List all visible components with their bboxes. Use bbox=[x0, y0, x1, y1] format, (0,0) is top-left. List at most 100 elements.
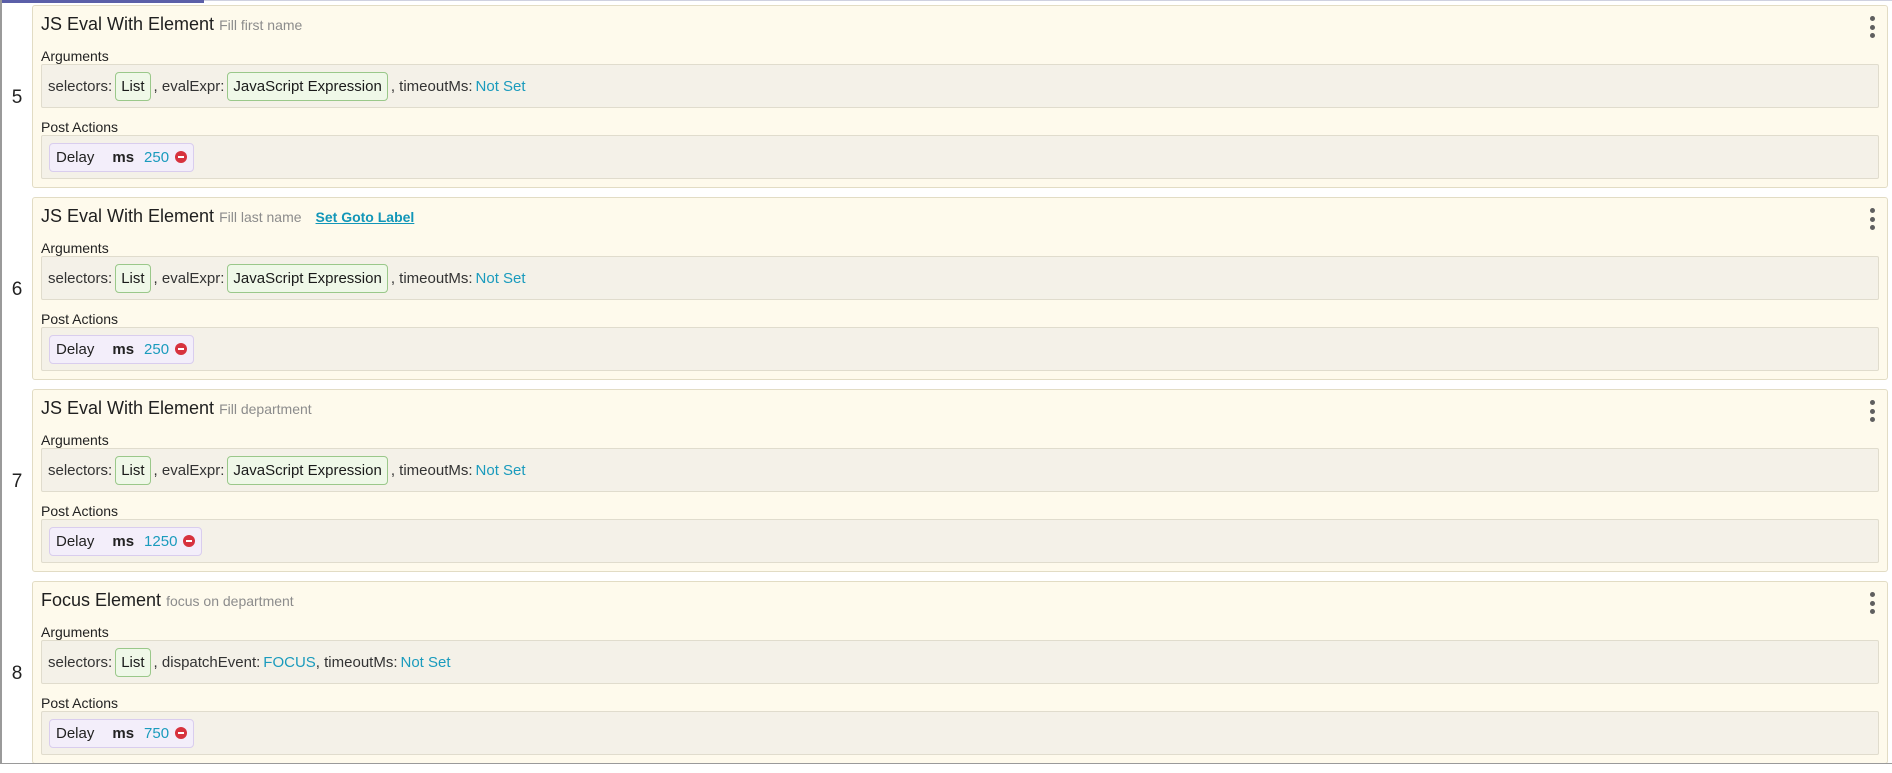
timeout-value[interactable]: Not Set bbox=[476, 78, 526, 95]
remove-icon[interactable] bbox=[175, 343, 188, 355]
delay-post-action[interactable]: Delay ms 250 bbox=[49, 142, 195, 172]
evalexpr-label: evalExpr: bbox=[161, 461, 225, 479]
delay-label: Delay bbox=[56, 148, 95, 166]
step-number: 7 bbox=[11, 471, 23, 492]
post-actions-panel: Delay ms 250 bbox=[41, 327, 1879, 371]
step-description[interactable]: Fill last name bbox=[219, 209, 301, 225]
selectors-value-chip[interactable]: List bbox=[115, 263, 151, 293]
selectors-value-chip[interactable]: List bbox=[115, 455, 151, 485]
arguments-panel: selectors: List , evalExpr: JavaScript E… bbox=[41, 256, 1879, 300]
step-header: Focus Element focus on department bbox=[41, 590, 294, 614]
step-title: Focus Element bbox=[41, 590, 162, 610]
delay-unit: ms bbox=[112, 148, 135, 166]
dispatch-event-value[interactable]: FOCUS bbox=[263, 654, 316, 671]
arguments-panel: selectors: List , evalExpr: JavaScript E… bbox=[41, 64, 1879, 108]
arguments-label: Arguments bbox=[41, 432, 109, 448]
delay-label: Delay bbox=[56, 532, 95, 550]
evalexpr-value-chip[interactable]: JavaScript Expression bbox=[227, 71, 388, 101]
post-actions-panel: Delay ms 1250 bbox=[41, 519, 1879, 563]
arguments-label: Arguments bbox=[41, 624, 109, 640]
more-options-icon[interactable] bbox=[1867, 592, 1877, 614]
step-header: JS Eval With Element Fill last name Set … bbox=[41, 206, 414, 230]
evalexpr-value-chip[interactable]: JavaScript Expression bbox=[227, 263, 388, 293]
step-description[interactable]: Fill department bbox=[219, 401, 312, 417]
step-title: JS Eval With Element bbox=[41, 398, 215, 418]
step-card[interactable]: JS Eval With Element Fill last name Set … bbox=[32, 197, 1888, 380]
post-actions-label: Post Actions bbox=[41, 503, 119, 519]
step-description[interactable]: focus on department bbox=[166, 593, 294, 609]
more-options-icon[interactable] bbox=[1867, 208, 1877, 230]
delay-value[interactable]: 750 bbox=[144, 725, 169, 742]
delay-label: Delay bbox=[56, 340, 95, 358]
timeout-value[interactable]: Not Set bbox=[476, 462, 526, 479]
remove-icon[interactable] bbox=[183, 535, 196, 547]
step-row: 6 JS Eval With Element Fill last name Se… bbox=[2, 197, 1890, 389]
separator: , bbox=[390, 269, 400, 287]
step-title: JS Eval With Element bbox=[41, 206, 215, 226]
top-accent-bar bbox=[0, 0, 204, 3]
timeout-label: timeoutMs: bbox=[399, 77, 473, 95]
delay-unit: ms bbox=[112, 724, 135, 742]
selectors-label: selectors: bbox=[48, 461, 113, 479]
evalexpr-value-chip[interactable]: JavaScript Expression bbox=[227, 455, 388, 485]
post-actions-panel: Delay ms 750 bbox=[41, 711, 1879, 755]
separator: , bbox=[315, 653, 325, 671]
post-actions-label: Post Actions bbox=[41, 311, 119, 327]
timeout-label: timeoutMs: bbox=[324, 653, 398, 671]
timeout-label: timeoutMs: bbox=[399, 461, 473, 479]
delay-value[interactable]: 250 bbox=[144, 341, 169, 358]
delay-label: Delay bbox=[56, 724, 95, 742]
selectors-label: selectors: bbox=[48, 77, 113, 95]
post-actions-label: Post Actions bbox=[41, 695, 119, 711]
remove-icon[interactable] bbox=[175, 727, 188, 739]
step-row: 7 JS Eval With Element Fill department A… bbox=[2, 389, 1890, 581]
dispatch-event-label: dispatchEvent: bbox=[161, 653, 261, 671]
set-goto-label-link[interactable]: Set Goto Label bbox=[316, 209, 415, 225]
delay-post-action[interactable]: Delay ms 1250 bbox=[49, 526, 203, 556]
evalexpr-label: evalExpr: bbox=[161, 269, 225, 287]
step-card[interactable]: JS Eval With Element Fill department Arg… bbox=[32, 389, 1888, 572]
separator: , bbox=[390, 77, 400, 95]
delay-unit: ms bbox=[112, 532, 135, 550]
timeout-value[interactable]: Not Set bbox=[401, 654, 451, 671]
separator: , bbox=[390, 461, 400, 479]
delay-value[interactable]: 250 bbox=[144, 149, 169, 166]
more-options-icon[interactable] bbox=[1867, 16, 1877, 38]
post-actions-label: Post Actions bbox=[41, 119, 119, 135]
separator: , bbox=[153, 269, 162, 287]
delay-unit: ms bbox=[112, 340, 135, 358]
separator: , bbox=[153, 77, 162, 95]
timeout-value[interactable]: Not Set bbox=[476, 270, 526, 287]
delay-post-action[interactable]: Delay ms 250 bbox=[49, 334, 195, 364]
remove-icon[interactable] bbox=[175, 151, 188, 163]
step-header: JS Eval With Element Fill first name bbox=[41, 14, 302, 38]
step-card[interactable]: JS Eval With Element Fill first name Arg… bbox=[32, 5, 1888, 188]
selectors-value-chip[interactable]: List bbox=[115, 71, 151, 101]
step-header: JS Eval With Element Fill department bbox=[41, 398, 312, 422]
step-description[interactable]: Fill first name bbox=[219, 17, 302, 33]
separator: , bbox=[153, 653, 162, 671]
step-row: 8 Focus Element focus on department Argu… bbox=[2, 581, 1890, 773]
evalexpr-label: evalExpr: bbox=[161, 77, 225, 95]
arguments-label: Arguments bbox=[41, 240, 109, 256]
selectors-label: selectors: bbox=[48, 653, 113, 671]
step-number: 5 bbox=[11, 87, 23, 108]
delay-post-action[interactable]: Delay ms 750 bbox=[49, 718, 195, 748]
arguments-panel: selectors: List , dispatchEvent: FOCUS ,… bbox=[41, 640, 1879, 684]
step-row: 5 JS Eval With Element Fill first name A… bbox=[2, 5, 1890, 197]
arguments-label: Arguments bbox=[41, 48, 109, 64]
step-title: JS Eval With Element bbox=[41, 14, 215, 34]
step-number: 8 bbox=[11, 663, 23, 684]
top-divider bbox=[204, 0, 1892, 1]
separator: , bbox=[153, 461, 162, 479]
arguments-panel: selectors: List , evalExpr: JavaScript E… bbox=[41, 448, 1879, 492]
selectors-value-chip[interactable]: List bbox=[115, 647, 151, 677]
post-actions-panel: Delay ms 250 bbox=[41, 135, 1879, 179]
step-card[interactable]: Focus Element focus on department Argume… bbox=[32, 581, 1888, 764]
delay-value[interactable]: 1250 bbox=[144, 533, 177, 550]
timeout-label: timeoutMs: bbox=[399, 269, 473, 287]
step-list: 5 JS Eval With Element Fill first name A… bbox=[2, 5, 1890, 773]
step-number: 6 bbox=[11, 279, 23, 300]
selectors-label: selectors: bbox=[48, 269, 113, 287]
more-options-icon[interactable] bbox=[1867, 400, 1877, 422]
